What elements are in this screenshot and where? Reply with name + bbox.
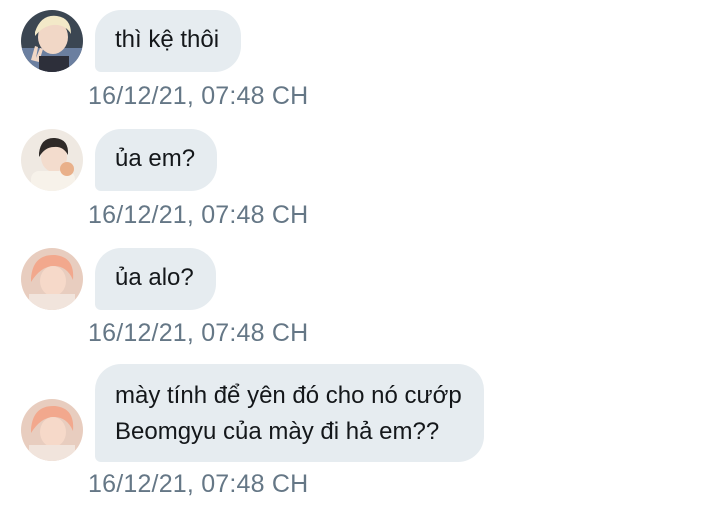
message-timestamp: 16/12/21, 07:48 CH <box>88 470 309 498</box>
message-timestamp: 16/12/21, 07:48 CH <box>88 201 309 229</box>
message-text: ủa em? <box>115 145 196 172</box>
avatar-image <box>21 129 83 191</box>
avatar-image <box>21 399 83 461</box>
message-timestamp: 16/12/21, 07:48 CH <box>88 82 309 110</box>
message-timestamp: 16/12/21, 07:48 CH <box>88 319 309 347</box>
avatar[interactable] <box>21 10 83 72</box>
message-text-line: Beomgyu của mày đi hả em?? <box>115 418 440 445</box>
avatar-image <box>21 10 83 72</box>
message-text: ủa alo? <box>115 264 194 291</box>
avatar[interactable] <box>21 399 83 461</box>
avatar-image <box>21 248 83 310</box>
message-text-line: mày tính để yên đó cho nó cướp <box>115 382 462 409</box>
avatar[interactable] <box>21 129 83 191</box>
avatar[interactable] <box>21 248 83 310</box>
message-bubble[interactable]: ủa alo? <box>95 248 216 310</box>
message-text: thì kệ thôi <box>115 26 220 53</box>
message-bubble[interactable]: mày tính để yên đó cho nó cướp Beomgyu c… <box>95 364 484 462</box>
message-bubble[interactable]: ủa em? <box>95 129 218 191</box>
message-bubble[interactable]: thì kệ thôi <box>95 10 242 72</box>
